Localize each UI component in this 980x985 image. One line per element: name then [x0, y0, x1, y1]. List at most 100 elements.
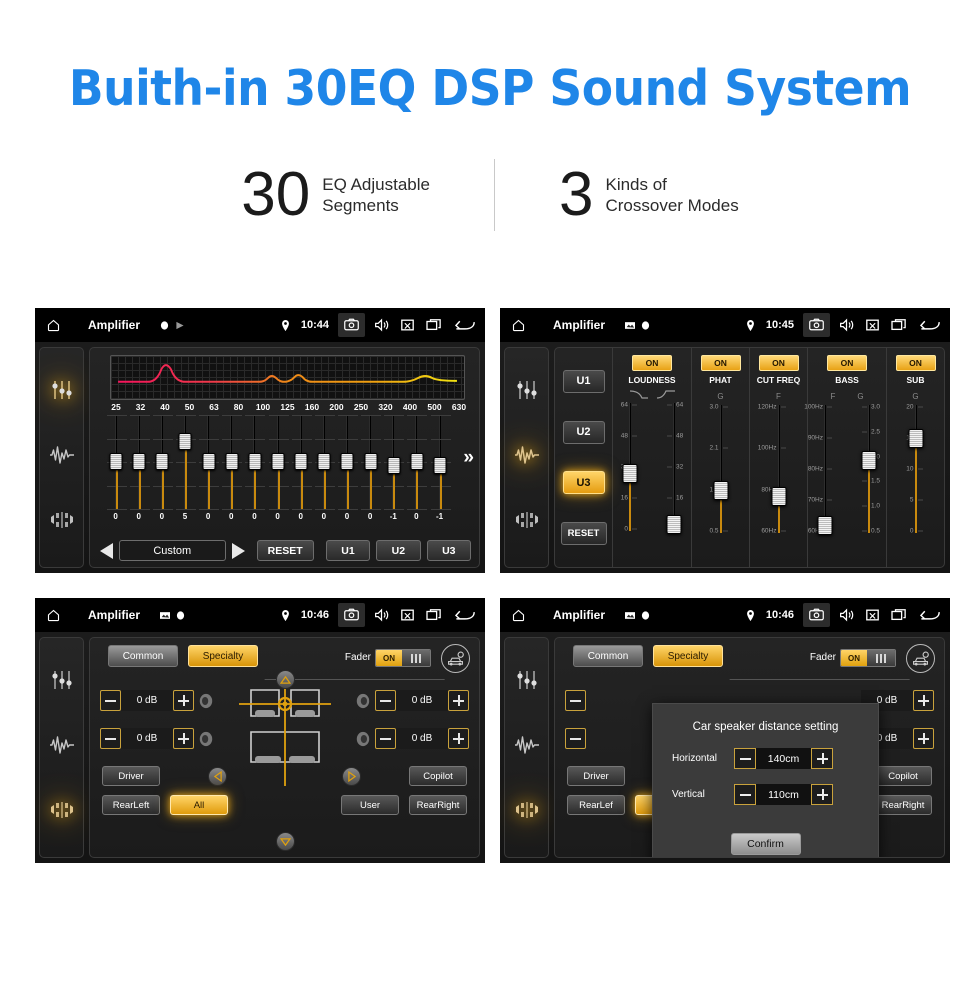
slider-knob[interactable]	[771, 486, 786, 506]
eq-knob[interactable]	[433, 456, 447, 474]
decrease-button[interactable]	[375, 690, 396, 711]
decrease-button[interactable]	[565, 728, 586, 749]
slider-knob[interactable]	[817, 515, 833, 535]
eq-band[interactable]: 0	[405, 415, 428, 530]
back-arrow-icon[interactable]	[918, 318, 940, 333]
home-icon[interactable]	[510, 318, 527, 333]
equalizer-icon[interactable]	[50, 669, 74, 696]
on-button[interactable]: ON	[700, 355, 741, 371]
increase-button[interactable]	[173, 690, 194, 711]
chevron-right-icon[interactable]	[342, 767, 361, 786]
preset-u3-button[interactable]: U3	[426, 540, 471, 561]
eq-band[interactable]: 0	[243, 415, 266, 530]
seat-button-all[interactable]: All	[170, 795, 228, 815]
fader-toggle[interactable]: ON	[375, 649, 431, 667]
reset-button[interactable]: RESET	[560, 522, 607, 546]
crossover-slider[interactable]: 644832160	[613, 401, 647, 533]
volume-icon[interactable]	[839, 608, 854, 622]
seat-button-rearright[interactable]: RearRight	[409, 795, 467, 815]
balance-icon[interactable]	[50, 799, 74, 826]
eq-band[interactable]: 0	[266, 415, 289, 530]
waveform-icon[interactable]	[49, 735, 75, 760]
balance-icon[interactable]	[515, 799, 539, 826]
eq-knob[interactable]	[340, 453, 354, 470]
seat-button-copilot[interactable]: Copilot	[409, 766, 467, 786]
eq-knob[interactable]	[109, 453, 123, 470]
recents-icon[interactable]	[426, 318, 442, 332]
waveform-icon[interactable]	[514, 735, 540, 760]
crossover-slider[interactable]: 20151050	[899, 403, 933, 535]
eq-knob[interactable]	[155, 453, 169, 470]
chevron-down-icon[interactable]	[275, 832, 295, 851]
increase-button[interactable]	[448, 690, 469, 711]
fader-toggle[interactable]: ON	[840, 649, 896, 667]
car-gear-icon[interactable]	[906, 644, 935, 673]
eq-knob[interactable]	[387, 456, 401, 474]
increase-button[interactable]	[913, 728, 934, 749]
tab-common[interactable]: Common	[573, 645, 643, 667]
eq-band[interactable]: -1	[382, 415, 405, 530]
on-button[interactable]: ON	[827, 355, 867, 371]
home-icon[interactable]	[45, 318, 62, 333]
close-box-icon[interactable]	[865, 318, 880, 332]
car-gear-icon[interactable]	[441, 644, 470, 673]
decrease-button[interactable]	[100, 728, 121, 749]
seat-button-user[interactable]: User	[341, 795, 399, 815]
waveform-icon[interactable]	[49, 445, 75, 470]
volume-icon[interactable]	[374, 318, 389, 332]
preset-u1-button[interactable]: U1	[325, 540, 371, 561]
preset-u1-button[interactable]: U1	[562, 369, 605, 393]
tab-common[interactable]: Common	[108, 645, 178, 667]
eq-band[interactable]: 0	[150, 415, 173, 530]
equalizer-icon[interactable]	[515, 379, 539, 406]
volume-icon[interactable]	[374, 608, 389, 622]
chevron-left-icon[interactable]	[208, 767, 227, 786]
eq-band[interactable]: 0	[220, 415, 243, 530]
horizontal-decrease-button[interactable]	[734, 748, 756, 769]
recents-icon[interactable]	[891, 318, 907, 332]
vertical-increase-button[interactable]	[811, 784, 833, 805]
equalizer-icon[interactable]	[515, 669, 539, 696]
increase-button[interactable]	[913, 690, 934, 711]
slider-knob[interactable]	[666, 515, 682, 535]
slider-knob[interactable]	[861, 451, 877, 471]
on-button[interactable]: ON	[895, 355, 936, 371]
eq-knob[interactable]	[410, 453, 424, 470]
decrease-button[interactable]	[565, 690, 586, 711]
eq-knob[interactable]	[317, 453, 331, 470]
seat-button-copilot[interactable]: Copilot	[874, 766, 932, 786]
eq-band[interactable]: 0	[289, 415, 312, 530]
home-icon[interactable]	[510, 608, 527, 623]
tab-specialty[interactable]: Specialty	[188, 645, 258, 667]
camera-button[interactable]	[803, 313, 830, 337]
eq-knob[interactable]	[178, 433, 192, 451]
eq-knob[interactable]	[294, 453, 308, 470]
close-box-icon[interactable]	[865, 608, 880, 622]
increase-button[interactable]	[448, 728, 469, 749]
preset-next-button[interactable]	[231, 542, 245, 559]
preset-u2-button[interactable]: U2	[376, 540, 421, 561]
on-button[interactable]: ON	[632, 355, 672, 371]
camera-button[interactable]	[803, 603, 830, 627]
car-seat-diagram[interactable]	[237, 680, 333, 795]
eq-knob[interactable]	[132, 453, 146, 470]
crossover-slider[interactable]: 120Hz 100Hz 80Hz 60Hz	[758, 403, 796, 535]
crossover-slider[interactable]: 3.02.52.01.51.00.5	[852, 403, 886, 535]
eq-knob[interactable]	[225, 453, 239, 470]
eq-knob[interactable]	[364, 453, 378, 470]
increase-button[interactable]	[173, 728, 194, 749]
back-arrow-icon[interactable]	[453, 318, 475, 333]
preset-name[interactable]: Custom	[119, 540, 226, 561]
recents-icon[interactable]	[426, 608, 442, 622]
equalizer-icon[interactable]	[50, 379, 74, 406]
crossover-slider[interactable]: 3.02.11.30.5	[704, 403, 738, 535]
eq-knob[interactable]	[248, 453, 262, 470]
close-box-icon[interactable]	[400, 318, 415, 332]
seat-button-rearleft[interactable]: RearLef	[567, 795, 625, 815]
reset-button[interactable]: RESET	[256, 540, 314, 561]
eq-knob[interactable]	[202, 453, 216, 470]
home-icon[interactable]	[45, 608, 62, 623]
slider-knob[interactable]	[908, 428, 923, 448]
preset-u2-button[interactable]: U2	[562, 420, 605, 444]
eq-band[interactable]: 5	[173, 415, 196, 530]
